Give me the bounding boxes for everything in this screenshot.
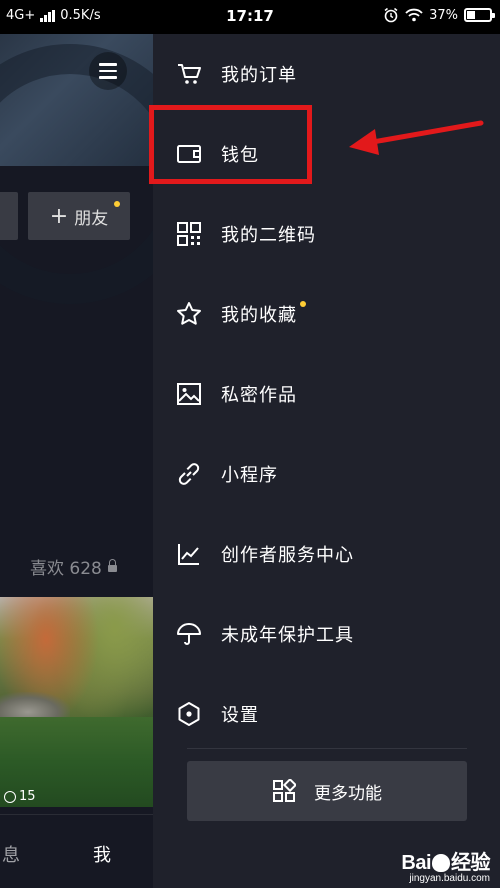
wifi-icon bbox=[405, 8, 423, 22]
battery-icon bbox=[464, 8, 495, 22]
video-thumbnail[interactable] bbox=[0, 597, 153, 807]
battery-percent: 37% bbox=[429, 7, 458, 23]
menu-label: 我的收藏 bbox=[221, 301, 306, 327]
add-friend-label: 朋友 bbox=[74, 208, 109, 229]
chart-icon bbox=[175, 540, 203, 568]
menu-label: 创作者服务中心 bbox=[221, 545, 354, 566]
menu-item-creator-center[interactable]: 创作者服务中心 bbox=[153, 514, 500, 594]
watermark-url: jingyan.baidu.com bbox=[409, 873, 490, 884]
more-features-button[interactable]: 更多功能 bbox=[187, 761, 467, 821]
menu-label: 未成年保护工具 bbox=[221, 625, 354, 646]
menu-item-settings[interactable]: 设置 bbox=[153, 674, 500, 754]
umbrella-icon bbox=[175, 620, 203, 648]
profile-cover bbox=[0, 34, 153, 304]
status-bar: 4G+ 0.5K/s 17:17 37% bbox=[0, 0, 500, 34]
menu-item-minor-protection[interactable]: 未成年保护工具 bbox=[153, 594, 500, 674]
menu-label: 设置 bbox=[221, 705, 259, 726]
more-features-label: 更多功能 bbox=[314, 783, 382, 804]
heart-icon bbox=[4, 790, 16, 803]
nav-me[interactable]: 我 bbox=[93, 841, 111, 867]
menu-item-qr-code[interactable]: 我的二维码 bbox=[153, 194, 500, 274]
watermark-logo: Bai 经验 bbox=[401, 852, 490, 874]
alarm-icon bbox=[384, 7, 398, 23]
menu-item-private-works[interactable]: 私密作品 bbox=[153, 354, 500, 434]
lock-icon bbox=[107, 559, 117, 572]
qr-code-icon bbox=[175, 220, 203, 248]
menu-label: 我的订单 bbox=[221, 65, 297, 86]
menu-label: 私密作品 bbox=[221, 385, 297, 406]
image-icon bbox=[175, 380, 203, 408]
add-friend-button[interactable]: + 朋友 bbox=[28, 192, 130, 240]
menu-label: 小程序 bbox=[221, 465, 278, 486]
red-arrow-icon bbox=[349, 120, 484, 155]
paw-icon bbox=[432, 854, 450, 872]
bottom-nav: 息 我 bbox=[0, 814, 153, 888]
menu-label: 我的二维码 bbox=[221, 225, 316, 246]
watermark: Bai 经验 jingyan.baidu.com bbox=[401, 846, 490, 884]
plus-icon: + bbox=[49, 203, 69, 229]
hexagon-settings-icon bbox=[175, 700, 203, 728]
status-right: 37% bbox=[383, 7, 495, 23]
divider bbox=[187, 748, 467, 749]
cart-icon bbox=[175, 60, 203, 88]
menu-item-orders[interactable]: 我的订单 bbox=[153, 34, 500, 114]
menu-icon[interactable] bbox=[89, 52, 127, 90]
edit-profile-button[interactable] bbox=[0, 192, 18, 240]
notification-dot bbox=[114, 201, 120, 207]
likes-tab-label: 喜欢 628 bbox=[30, 559, 102, 579]
menu-item-mini-programs[interactable]: 小程序 bbox=[153, 434, 500, 514]
grid-icon bbox=[273, 779, 296, 802]
nav-messages[interactable]: 息 bbox=[2, 841, 20, 867]
play-count-value: 15 bbox=[19, 789, 36, 804]
play-count: 15 bbox=[4, 789, 36, 804]
new-dot bbox=[300, 301, 306, 307]
likes-tab[interactable]: 喜欢 628 bbox=[30, 554, 117, 579]
link-icon bbox=[175, 460, 203, 488]
menu-item-favorites[interactable]: 我的收藏 bbox=[153, 274, 500, 354]
star-icon bbox=[175, 300, 203, 328]
menu-label-text: 我的收藏 bbox=[221, 305, 297, 326]
highlight-box bbox=[149, 105, 312, 184]
profile-background: + 朋友 喜欢 628 15 息 我 bbox=[0, 34, 153, 888]
